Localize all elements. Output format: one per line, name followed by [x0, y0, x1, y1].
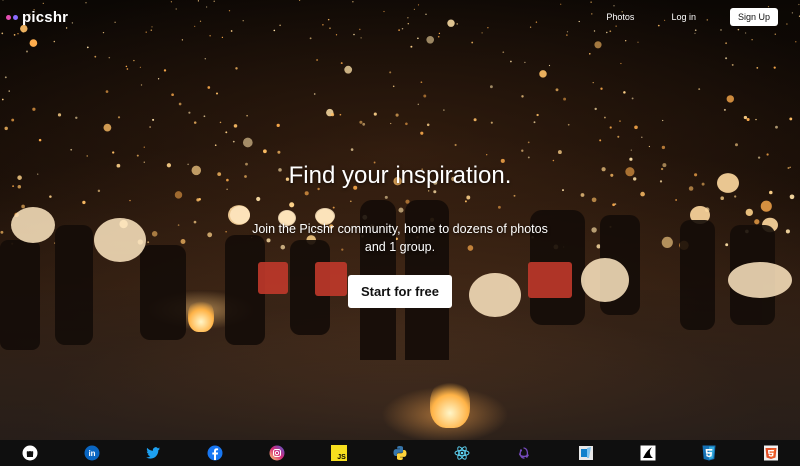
python-icon[interactable]	[392, 445, 408, 461]
html5-icon[interactable]	[763, 445, 779, 461]
instagram-icon[interactable]	[269, 445, 285, 461]
twitter-icon[interactable]	[145, 445, 161, 461]
redux-icon[interactable]	[516, 445, 532, 461]
brand-name: picshr	[22, 8, 69, 26]
sqlite-icon[interactable]	[578, 445, 594, 461]
nav-login-link[interactable]: Log in	[671, 12, 696, 22]
footer-icon-bar: in JS	[0, 440, 800, 466]
start-for-free-button[interactable]: Start for free	[348, 275, 452, 308]
logo-dots-icon	[6, 14, 18, 20]
nav-photos-link[interactable]: Photos	[606, 12, 634, 22]
svg-text:JS: JS	[337, 454, 346, 461]
brand-logo[interactable]: picshr	[6, 6, 68, 28]
hero-headline: Find your inspiration.	[288, 162, 512, 189]
javascript-icon[interactable]: JS	[331, 445, 347, 461]
css3-icon[interactable]	[701, 445, 717, 461]
linkedin-icon[interactable]: in	[84, 445, 100, 461]
react-icon[interactable]	[454, 445, 470, 461]
hero-subtext: Join the Picshr community, home to dozen…	[252, 222, 548, 254]
top-nav: Photos Log in Sign Up	[606, 8, 778, 26]
facebook-icon[interactable]	[207, 445, 223, 461]
signup-button[interactable]: Sign Up	[729, 8, 778, 26]
github-icon[interactable]	[22, 445, 38, 461]
flask-icon[interactable]	[640, 445, 656, 461]
svg-text:in: in	[88, 449, 95, 458]
